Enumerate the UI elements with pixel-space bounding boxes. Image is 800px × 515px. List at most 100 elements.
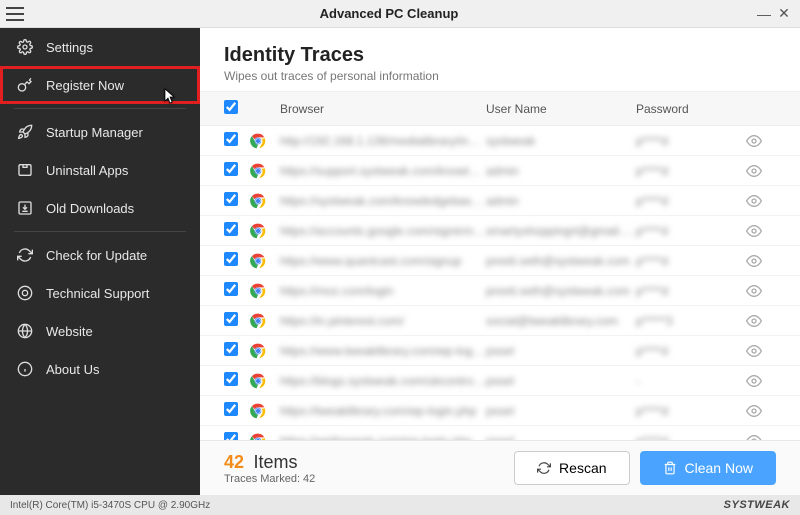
menu-icon[interactable] — [6, 7, 24, 21]
clean-now-button[interactable]: Clean Now — [640, 451, 776, 485]
clean-label: Clean Now — [685, 460, 753, 476]
reveal-password-icon[interactable] — [746, 163, 776, 179]
row-checkbox[interactable] — [224, 222, 238, 236]
info-icon — [16, 360, 34, 378]
rescan-button[interactable]: Rescan — [514, 451, 629, 485]
row-checkbox[interactable] — [224, 282, 238, 296]
reveal-password-icon[interactable] — [746, 133, 776, 149]
reveal-password-icon[interactable] — [746, 403, 776, 419]
table-body: http://192.168.1.136/medialibrary/index.… — [200, 126, 800, 440]
brand-label: SYSTWEAK — [724, 499, 790, 511]
row-username: pssel — [486, 434, 636, 441]
reveal-password-icon[interactable] — [746, 253, 776, 269]
sidebar-label: Technical Support — [46, 286, 149, 301]
row-checkbox[interactable] — [224, 402, 238, 416]
row-url: https://accounts.google.com/signin/v2... — [280, 224, 486, 238]
sidebar-item-technical-support[interactable]: Technical Support — [0, 274, 200, 312]
row-password: - — [636, 374, 746, 388]
row-checkbox[interactable] — [224, 252, 238, 266]
sidebar-item-old-downloads[interactable]: Old Downloads — [0, 189, 200, 227]
chrome-icon — [250, 403, 280, 419]
reveal-password-icon[interactable] — [746, 283, 776, 299]
table-row: https://accounts.google.com/signin/v2...… — [200, 216, 800, 246]
row-password: p****d — [636, 194, 746, 208]
table-row: https://blogs.systweak.com/ubcontrolpane… — [200, 366, 800, 396]
reveal-password-icon[interactable] — [746, 343, 776, 359]
row-checkbox[interactable] — [224, 162, 238, 176]
row-checkbox[interactable] — [224, 132, 238, 146]
table-row: https://www.quantcast.com/signuppreeti.s… — [200, 246, 800, 276]
close-button[interactable]: ✕ — [774, 5, 794, 22]
titlebar: Advanced PC Cleanup — ✕ — [0, 0, 800, 28]
chrome-icon — [250, 193, 280, 209]
chrome-icon — [250, 283, 280, 299]
content: Identity Traces Wipes out traces of pers… — [200, 28, 800, 495]
sidebar-label: About Us — [46, 362, 99, 377]
row-checkbox[interactable] — [224, 372, 238, 386]
sidebar-label: Website — [46, 324, 93, 339]
gear-icon — [16, 38, 34, 56]
content-header: Identity Traces Wipes out traces of pers… — [200, 28, 800, 91]
table-row: https://moz.com/loginpreeti.seth@systwea… — [200, 276, 800, 306]
item-count: 42 — [224, 452, 244, 472]
select-all-checkbox[interactable] — [224, 100, 238, 114]
table-row: https://wethegeek.com/wp-login.phppsselp… — [200, 426, 800, 440]
table-row: http://192.168.1.136/medialibrary/index.… — [200, 126, 800, 156]
reveal-password-icon[interactable] — [746, 433, 776, 441]
page-title: Identity Traces — [224, 44, 776, 67]
sidebar-item-check-update[interactable]: Check for Update — [0, 236, 200, 274]
row-checkbox[interactable] — [224, 432, 238, 440]
chrome-icon — [250, 313, 280, 329]
separator — [14, 108, 186, 109]
key-icon — [16, 76, 34, 94]
row-password: p****d — [636, 224, 746, 238]
rocket-icon — [16, 123, 34, 141]
row-username: pssel — [486, 404, 636, 418]
row-password: p****d — [636, 284, 746, 298]
table-row: https://support.systweak.com/knowledgeba… — [200, 156, 800, 186]
sidebar-item-register-now[interactable]: Register Now — [0, 66, 200, 104]
row-url: https://support.systweak.com/knowledgeba… — [280, 164, 486, 178]
table-header: Browser User Name Password — [200, 91, 800, 126]
reveal-password-icon[interactable] — [746, 373, 776, 389]
reveal-password-icon[interactable] — [746, 313, 776, 329]
items-label: Items — [254, 452, 298, 472]
chrome-icon — [250, 253, 280, 269]
chrome-icon — [250, 343, 280, 359]
sidebar-label: Uninstall Apps — [46, 163, 128, 178]
table-row: https://in.pinterest.com/social@tweaklib… — [200, 306, 800, 336]
sidebar-item-website[interactable]: Website — [0, 312, 200, 350]
main: Settings Register Now Startup Manager Un… — [0, 28, 800, 495]
traces-marked: Traces Marked: 42 — [224, 473, 315, 485]
row-password: p****d — [636, 344, 746, 358]
trash-icon — [663, 461, 677, 475]
row-password: p*****3 — [636, 314, 746, 328]
reveal-password-icon[interactable] — [746, 223, 776, 239]
sidebar-item-uninstall-apps[interactable]: Uninstall Apps — [0, 151, 200, 189]
support-icon — [16, 284, 34, 302]
sidebar-item-startup-manager[interactable]: Startup Manager — [0, 113, 200, 151]
col-password: Password — [636, 102, 746, 116]
row-url: https://moz.com/login — [280, 284, 486, 298]
row-checkbox[interactable] — [224, 312, 238, 326]
chrome-icon — [250, 133, 280, 149]
minimize-button[interactable]: — — [754, 6, 774, 22]
reveal-password-icon[interactable] — [746, 193, 776, 209]
row-username: social@tweaklibrary.com — [486, 314, 636, 328]
row-checkbox[interactable] — [224, 192, 238, 206]
refresh-icon — [16, 246, 34, 264]
row-url: https://tweaklibrary.com/wp-login.php — [280, 404, 486, 418]
row-checkbox[interactable] — [224, 342, 238, 356]
row-username: pssel — [486, 344, 636, 358]
table-row: https://systweak.com/knowledgebase/wp-..… — [200, 186, 800, 216]
sidebar-item-about-us[interactable]: About Us — [0, 350, 200, 388]
row-username: pssel — [486, 374, 636, 388]
row-username: preeti.seth@systweak.com — [486, 284, 636, 298]
row-username: admin — [486, 194, 636, 208]
globe-icon — [16, 322, 34, 340]
sidebar-item-settings[interactable]: Settings — [0, 28, 200, 66]
rescan-label: Rescan — [559, 460, 606, 476]
row-password: p****d — [636, 434, 746, 441]
refresh-icon — [537, 461, 551, 475]
row-url: http://192.168.1.136/medialibrary/index.… — [280, 134, 486, 148]
